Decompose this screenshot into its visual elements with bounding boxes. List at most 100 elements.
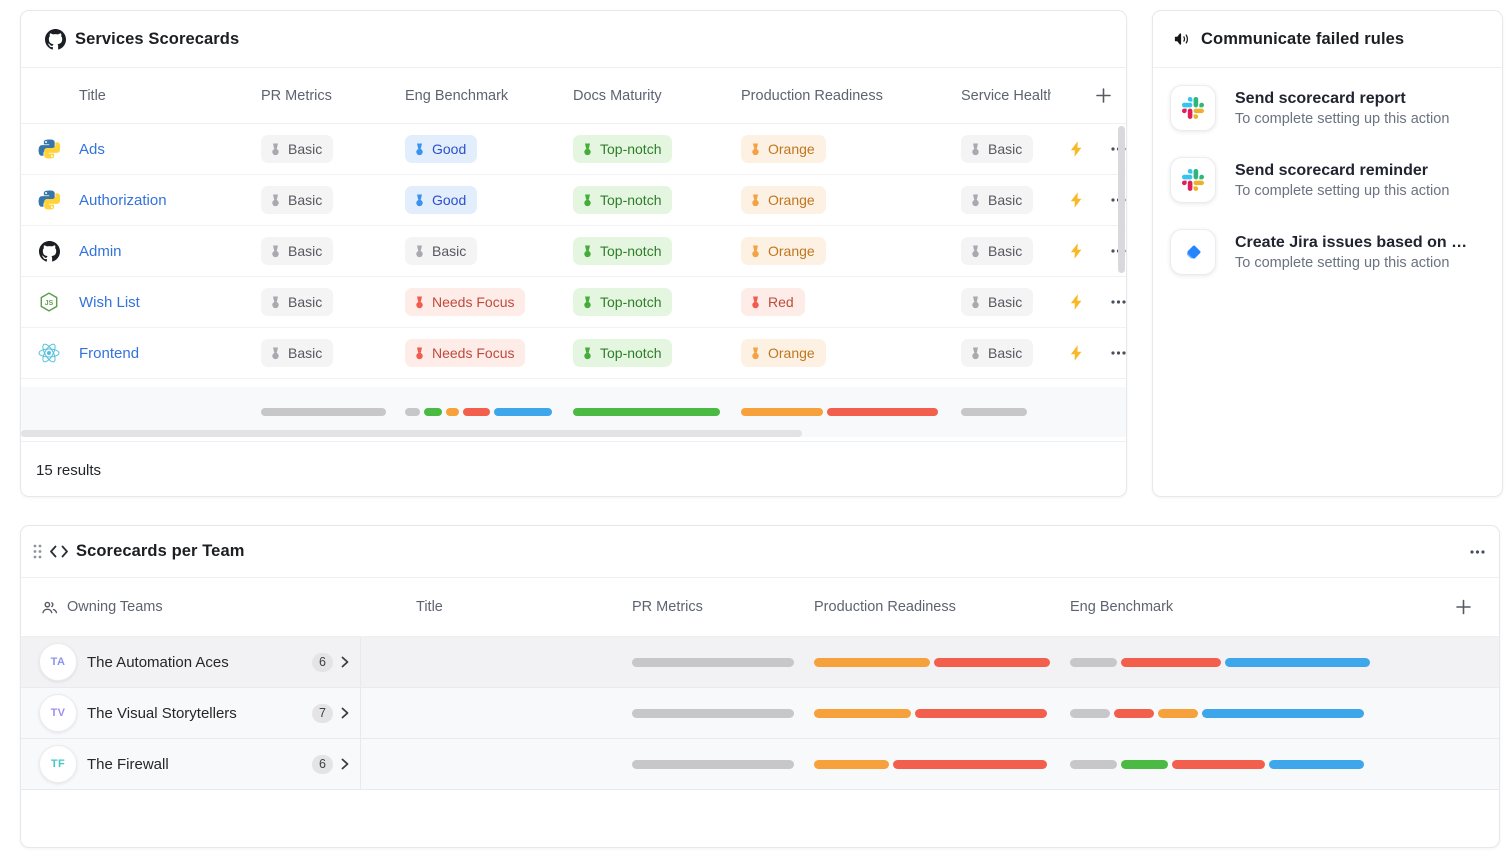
- scorecard-level-badge: Top-notch: [573, 237, 672, 265]
- action-title: Send scorecard report: [1235, 90, 1453, 108]
- service-link[interactable]: Frontend: [79, 345, 139, 362]
- action-item[interactable]: Send scorecard report To complete settin…: [1170, 86, 1502, 130]
- vertical-scrollbar-thumb[interactable]: [1118, 126, 1125, 273]
- run-action-bolt-icon[interactable]: [1070, 141, 1083, 157]
- badge-label: Top-notch: [600, 243, 661, 259]
- medal-icon: [750, 296, 761, 309]
- badge-label: Needs Focus: [432, 294, 514, 310]
- scorecard-level-badge: Good: [405, 135, 477, 163]
- expand-chevron-icon[interactable]: [341, 758, 349, 770]
- scorecard-level-badge: Orange: [741, 186, 826, 214]
- horizontal-scrollbar-thumb[interactable]: [21, 430, 802, 437]
- eng-benchmark-bar: [1070, 709, 1364, 718]
- medal-icon: [270, 296, 281, 309]
- row-menu-button[interactable]: [1109, 298, 1126, 306]
- scorecard-level-badge: Basic: [261, 186, 333, 214]
- megaphone-icon: [1173, 30, 1191, 48]
- scorecards-per-team-card: Scorecards per Team Owning Teams Title P…: [20, 525, 1500, 848]
- medal-icon: [750, 143, 761, 156]
- medal-icon: [414, 296, 425, 309]
- teams-card-menu-button[interactable]: [1468, 548, 1487, 556]
- slack-icon: [1182, 97, 1204, 119]
- medal-icon: [970, 245, 981, 258]
- col-header-team-eng-benchmark: Eng Benchmark: [1070, 599, 1499, 615]
- medal-icon: [750, 194, 761, 207]
- pr-metrics-bar: [632, 760, 794, 769]
- medal-icon: [582, 296, 593, 309]
- teams-table-header-row: Owning Teams Title PR Metrics Production…: [21, 578, 1499, 637]
- col-header-docs-maturity: Docs Maturity: [573, 88, 741, 104]
- svg-text:JS: JS: [45, 300, 54, 307]
- service-link[interactable]: Wish List: [79, 294, 140, 311]
- docs-maturity-distribution-bar: [573, 408, 720, 416]
- medal-icon: [582, 143, 593, 156]
- badge-label: Basic: [288, 294, 322, 310]
- add-team-column-button[interactable]: [1454, 598, 1473, 617]
- col-header-pr-metrics: PR Metrics: [261, 88, 405, 104]
- nodejs-icon: JS: [38, 291, 60, 313]
- badge-label: Basic: [288, 243, 322, 259]
- owning-teams-icon: [41, 599, 58, 616]
- service-link[interactable]: Admin: [79, 243, 122, 260]
- badge-label: Basic: [988, 141, 1022, 157]
- medal-icon: [970, 347, 981, 360]
- action-item[interactable]: Send scorecard reminder To complete sett…: [1170, 158, 1502, 202]
- medal-icon: [270, 194, 281, 207]
- app-tile: [1170, 85, 1216, 131]
- run-action-bolt-icon[interactable]: [1070, 243, 1083, 259]
- production-readiness-distribution-bar: [741, 408, 938, 416]
- scorecard-level-badge: Orange: [741, 237, 826, 265]
- service-link[interactable]: Ads: [79, 141, 105, 158]
- services-table: Title PR Metrics Eng Benchmark Docs Matu…: [21, 68, 1126, 441]
- row-menu-button[interactable]: [1109, 349, 1126, 357]
- eng-benchmark-bar: [1070, 658, 1370, 667]
- run-action-bolt-icon[interactable]: [1070, 192, 1083, 208]
- team-avatar: TA: [39, 643, 77, 681]
- team-row[interactable]: TF The Firewall 6: [21, 739, 1499, 790]
- medal-icon: [414, 347, 425, 360]
- eng-benchmark-distribution-bar: [405, 408, 552, 416]
- medal-icon: [270, 143, 281, 156]
- python-icon: [38, 138, 60, 160]
- services-table-header-row: Title PR Metrics Eng Benchmark Docs Matu…: [21, 68, 1126, 124]
- service-row: Admin Basic Basic Top-notch Orange Basic: [21, 226, 1126, 277]
- action-subtitle: To complete setting up this action: [1235, 111, 1453, 127]
- services-table-footer: 15 results: [21, 441, 1126, 497]
- team-count-badge: 7: [312, 704, 333, 723]
- medal-icon: [582, 245, 593, 258]
- scorecard-level-badge: Needs Focus: [405, 339, 525, 367]
- scorecard-level-badge: Basic: [961, 186, 1033, 214]
- col-header-title: Title: [21, 88, 261, 104]
- scorecard-level-badge: Good: [405, 186, 477, 214]
- service-row: Frontend Basic Needs Focus Top-notch Ora…: [21, 328, 1126, 379]
- scorecard-level-badge: Basic: [961, 135, 1033, 163]
- run-action-bolt-icon[interactable]: [1070, 345, 1083, 361]
- add-column-button[interactable]: [1094, 86, 1113, 105]
- team-avatar: TV: [39, 694, 77, 732]
- badge-label: Basic: [288, 141, 322, 157]
- scorecard-level-badge: Top-notch: [573, 288, 672, 316]
- github-icon: [38, 240, 60, 262]
- slack-icon: [1182, 169, 1204, 191]
- scorecard-level-badge: Orange: [741, 339, 826, 367]
- run-action-bolt-icon[interactable]: [1070, 294, 1083, 310]
- service-link[interactable]: Authorization: [79, 192, 167, 209]
- medal-icon: [582, 194, 593, 207]
- expand-chevron-icon[interactable]: [341, 707, 349, 719]
- action-item[interactable]: Create Jira issues based on … To complet…: [1170, 230, 1502, 274]
- scorecard-level-badge: Basic: [405, 237, 477, 265]
- scorecard-level-badge: Top-notch: [573, 186, 672, 214]
- teams-card-title: Scorecards per Team: [76, 542, 245, 561]
- actions-card-title: Communicate failed rules: [1201, 30, 1404, 49]
- team-row[interactable]: TA The Automation Aces 6: [21, 637, 1499, 688]
- badge-label: Orange: [768, 141, 815, 157]
- col-header-eng-benchmark: Eng Benchmark: [405, 88, 573, 104]
- team-row[interactable]: TV The Visual Storytellers 7: [21, 688, 1499, 739]
- badge-label: Orange: [768, 243, 815, 259]
- expand-chevron-icon[interactable]: [341, 656, 349, 668]
- drag-handle-icon[interactable]: [33, 544, 42, 559]
- medal-icon: [270, 245, 281, 258]
- badge-label: Top-notch: [600, 345, 661, 361]
- scorecard-level-badge: Basic: [261, 339, 333, 367]
- scorecard-level-badge: Basic: [961, 339, 1033, 367]
